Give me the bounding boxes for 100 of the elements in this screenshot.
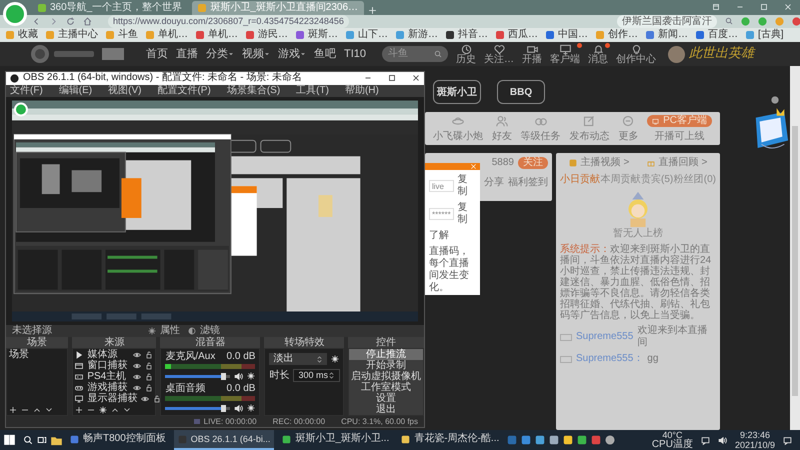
- bookmark[interactable]: 新闻…: [646, 28, 688, 42]
- menu-item[interactable]: 编辑(E): [58, 84, 92, 97]
- new-tab-icon[interactable]: [368, 6, 378, 15]
- bookmark[interactable]: 百度…: [696, 28, 738, 42]
- lock-icon[interactable]: [145, 372, 154, 381]
- lock-icon[interactable]: [153, 394, 162, 403]
- move-up-icon[interactable]: [111, 406, 120, 414]
- add-icon[interactable]: [9, 406, 17, 414]
- bell-icon[interactable]: [592, 44, 604, 55]
- close-icon[interactable]: [412, 74, 420, 82]
- bookmark[interactable]: 单机…: [146, 28, 188, 42]
- app-icon[interactable]: [577, 435, 588, 445]
- lock-icon[interactable]: [145, 384, 154, 392]
- tool-label[interactable]: 客户端: [550, 54, 580, 65]
- clock[interactable]: 9:23:46 2021/10/9: [734, 430, 775, 450]
- control-button[interactable]: 设置: [349, 393, 423, 404]
- maximize-icon[interactable]: [388, 74, 396, 82]
- video-icon[interactable]: [526, 44, 538, 55]
- speaker-icon[interactable]: [234, 404, 244, 413]
- source-item[interactable]: 游戏捕获: [87, 382, 128, 394]
- duration-field[interactable]: 300 ms: [293, 369, 340, 382]
- bulb-icon[interactable]: [630, 44, 642, 55]
- search-field[interactable]: 伊斯兰国袭击阿富汗: [616, 14, 717, 28]
- lock-icon[interactable]: [145, 362, 154, 370]
- speaker-icon[interactable]: [234, 372, 244, 381]
- bookmark[interactable]: 新游…: [396, 28, 438, 42]
- taskbar-app[interactable]: 畅声T800控制面板: [66, 430, 170, 450]
- taskbar-app[interactable]: 青花瓷-周杰伦-酷...: [397, 430, 504, 450]
- volume-slider[interactable]: [165, 406, 230, 410]
- nav-link[interactable]: 视频: [242, 48, 270, 61]
- start-icon[interactable]: [4, 434, 15, 445]
- home-icon[interactable]: [83, 16, 92, 26]
- heart-icon[interactable]: [494, 44, 505, 55]
- lock-icon[interactable]: [145, 350, 154, 359]
- settings-icon[interactable]: [99, 406, 108, 414]
- avatar[interactable]: [668, 46, 686, 63]
- taskbar-app[interactable]: OBS 26.1.1 (64-bi...: [174, 430, 274, 450]
- input-field[interactable]: live: [429, 180, 454, 192]
- bookmark[interactable]: 西瓜…: [496, 28, 538, 42]
- bookmark[interactable]: 创作…: [596, 28, 638, 42]
- nav-link[interactable]: 分类: [206, 48, 234, 61]
- add-icon[interactable]: [75, 406, 84, 414]
- control-button[interactable]: 停止推流: [349, 349, 423, 360]
- tool-label[interactable]: 消息: [588, 54, 608, 65]
- settings-icon[interactable]: [247, 404, 256, 412]
- visibility-icon[interactable]: [133, 372, 142, 381]
- bookmark[interactable]: 主播中心: [46, 28, 98, 42]
- monitor-icon[interactable]: [560, 44, 571, 55]
- bookmark[interactable]: 中国…: [546, 28, 588, 42]
- streamer-button[interactable]: 斑斯小卫: [433, 80, 481, 104]
- volume-slider[interactable]: [165, 374, 230, 378]
- toolbar-button[interactable]: 滤镜: [188, 324, 220, 337]
- bookmark[interactable]: 斑斯…: [296, 28, 338, 42]
- control-button[interactable]: 开始录制: [349, 360, 423, 372]
- bookmark[interactable]: 单机…: [196, 28, 238, 42]
- taskbar-app[interactable]: 斑斯小卫_斑斯小卫...: [278, 430, 394, 450]
- bookmark[interactable]: 山下…: [346, 28, 388, 42]
- nav-link[interactable]: TI10: [344, 48, 366, 61]
- streamer-button[interactable]: BBQ: [497, 80, 545, 104]
- menu-item[interactable]: 视图(V): [108, 84, 142, 97]
- copy-link[interactable]: 复制: [458, 202, 476, 226]
- visibility-icon[interactable]: [133, 384, 142, 392]
- source-item[interactable]: 显示器捕获: [87, 393, 138, 404]
- app-icon[interactable]: [605, 435, 616, 445]
- bookmark[interactable]: 游民…: [246, 28, 288, 42]
- copy-link[interactable]: 复制: [458, 174, 476, 198]
- task-view-icon[interactable]: [37, 435, 47, 445]
- settings-icon[interactable]: [247, 372, 256, 380]
- info-link[interactable]: 了解: [429, 230, 476, 242]
- visibility-icon[interactable]: [141, 394, 150, 403]
- search-icon[interactable]: [23, 435, 33, 445]
- tool-label[interactable]: 关注…: [484, 54, 514, 65]
- source-item[interactable]: PS4主机: [87, 371, 126, 382]
- tool-label[interactable]: 创作中心: [616, 54, 656, 65]
- source-item[interactable]: 媒体源: [87, 349, 118, 360]
- url-field[interactable]: https://www.douyu.com/2306807_r=0.4354754223248456: [108, 14, 349, 28]
- bookmark[interactable]: 收藏: [6, 28, 38, 42]
- nav-link[interactable]: 首页: [146, 48, 168, 61]
- app-icon[interactable]: [563, 435, 574, 445]
- control-button[interactable]: 启动虚拟摄像机: [349, 371, 423, 382]
- app-icon[interactable]: [521, 435, 532, 445]
- settings-icon[interactable]: [331, 355, 340, 364]
- transition-select[interactable]: 淡出: [269, 353, 328, 366]
- bookmark[interactable]: [古典]: [746, 28, 784, 42]
- source-item[interactable]: 窗口捕获: [87, 360, 128, 372]
- menu-item[interactable]: 帮助(H): [344, 84, 379, 97]
- visibility-icon[interactable]: [133, 350, 142, 359]
- nav-link[interactable]: 直播: [176, 48, 198, 61]
- nav-link[interactable]: 游戏: [278, 48, 306, 61]
- visibility-icon[interactable]: [133, 362, 142, 370]
- folder-icon[interactable]: [51, 434, 62, 446]
- move-down-icon[interactable]: [45, 406, 53, 414]
- app-icon[interactable]: [549, 435, 560, 445]
- menu-item[interactable]: 工具(T): [296, 84, 329, 97]
- app-icon[interactable]: [535, 435, 546, 445]
- scene-item[interactable]: 场景: [7, 349, 68, 360]
- scrollbar[interactable]: [790, 66, 800, 430]
- toolbar-button[interactable]: 属性: [148, 324, 180, 337]
- browser-logo[interactable]: [3, 2, 27, 26]
- bookmark[interactable]: 抖音…: [446, 28, 488, 42]
